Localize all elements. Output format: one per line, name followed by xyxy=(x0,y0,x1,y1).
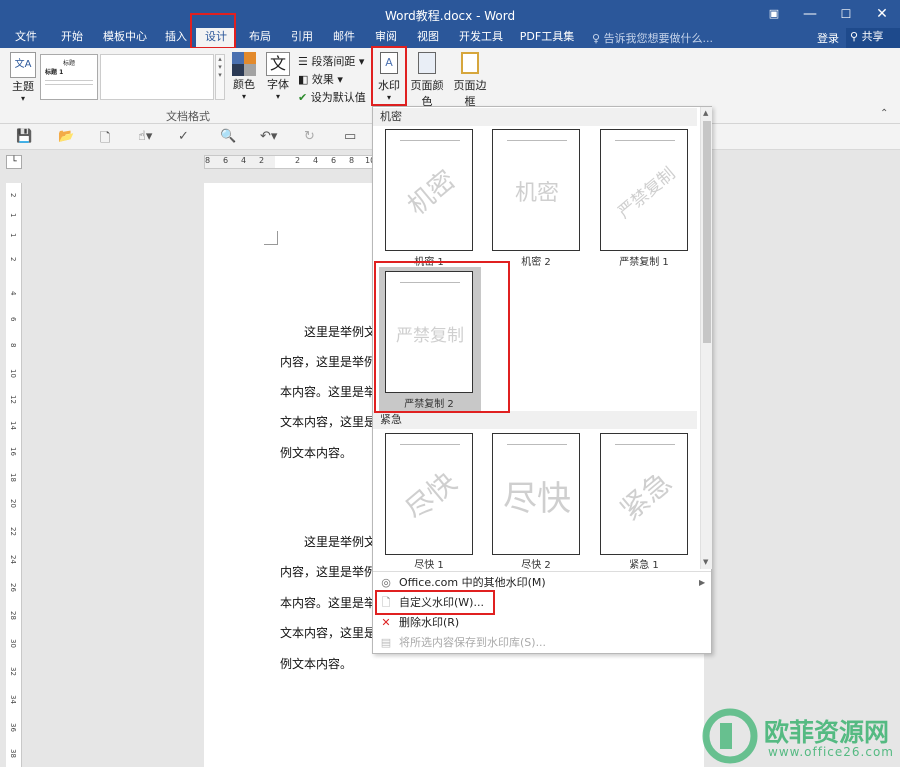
new-document-icon[interactable]: 🗋 xyxy=(100,129,110,151)
effects-button[interactable]: ◧ 效果 ▾ xyxy=(298,71,343,87)
style-gallery xyxy=(100,54,214,100)
group-doc-format: 文档格式 xyxy=(166,110,210,123)
brand-logo-icon xyxy=(702,708,758,764)
collapse-ribbon-icon[interactable]: ⌃ xyxy=(880,108,888,119)
brand-name: 欧菲资源网 xyxy=(764,718,890,747)
highlight-watermark-button xyxy=(371,46,407,106)
checkmark-icon: ✔ xyxy=(298,91,311,104)
section-header-urgent: 紧急 xyxy=(373,411,697,429)
fonts-button[interactable]: 文 字体 ▾ xyxy=(263,52,293,101)
color-palette-icon xyxy=(232,52,256,76)
tab-file[interactable]: 文件 xyxy=(8,28,44,48)
minimize-icon[interactable]: — xyxy=(792,0,828,28)
theme-icon: 文A xyxy=(10,52,36,78)
highlight-no-copy-2 xyxy=(374,261,510,413)
paragraph-spacing-button[interactable]: ☰ 段落间距 ▾ xyxy=(298,53,364,69)
tab-home[interactable]: 开始 xyxy=(54,28,90,48)
paragraph-line: 本内容。这里是举 xyxy=(280,385,377,399)
chevron-down-icon: ▾ xyxy=(275,92,280,101)
tab-view[interactable]: 视图 xyxy=(410,28,446,48)
highlight-design-tab xyxy=(190,13,236,49)
spelling-icon[interactable]: ✓ xyxy=(178,129,189,144)
maximize-icon[interactable]: ☐ xyxy=(828,0,864,28)
highlight-custom-watermark xyxy=(375,590,495,615)
office-icon: ◎ xyxy=(381,576,391,589)
save-icon[interactable]: 💾 xyxy=(16,129,32,144)
tab-mailings[interactable]: 邮件 xyxy=(326,28,362,48)
colors-button[interactable]: 颜色 ▾ xyxy=(230,52,258,101)
paragraph-line: 文本内容，这里是 xyxy=(280,415,377,429)
watermark-thumb-confidential-2[interactable]: 机密 xyxy=(492,129,580,251)
site-logo: 欧菲资源网 www.office26.com xyxy=(700,705,900,767)
menu-save-to-gallery: ▤ 将所选内容保存到水印库(S)... xyxy=(380,636,547,649)
font-icon: 文 xyxy=(266,52,290,76)
open-folder-icon[interactable]: 📂 xyxy=(58,129,74,144)
redo-icon[interactable]: ↻ xyxy=(304,129,315,144)
paragraph-line: 例文本内容。 xyxy=(280,657,353,671)
tab-template-center[interactable]: 模板中心 xyxy=(98,28,152,48)
scroll-down-icon[interactable]: ▼ xyxy=(703,558,708,566)
ribbon-tabs: 文件 开始 模板中心 插入 设计 布局 引用 邮件 审阅 视图 开发工具 PDF… xyxy=(0,28,900,48)
margin-corner-mark xyxy=(264,231,278,245)
screen-icon[interactable]: ▭ xyxy=(344,129,356,144)
touch-mode-icon[interactable]: ☝▾ xyxy=(138,129,152,144)
paragraph-line: 这里是举例文 xyxy=(304,325,377,339)
page-border-icon xyxy=(461,52,479,74)
section-header-confidential: 机密 xyxy=(373,108,697,126)
undo-icon[interactable]: ↶▾ xyxy=(260,129,277,144)
title-bar: Word教程.docx - Word ▣ — ☐ ✕ xyxy=(0,0,900,28)
brand-url: www.office26.com xyxy=(768,745,894,759)
paragraph-spacing-icon: ☰ xyxy=(298,55,312,68)
share-button[interactable]: ⚲ 共享 xyxy=(846,28,900,48)
person-icon: ⚲ xyxy=(850,30,862,43)
menu-remove-watermark[interactable]: ✕ 删除水印(R) xyxy=(373,613,711,633)
style-set-thumbnail[interactable]: 标题 标题 1 xyxy=(40,54,98,100)
print-preview-icon[interactable]: 🔍 xyxy=(220,129,236,144)
watermark-thumb-urgent-1[interactable]: 紧急 xyxy=(600,433,688,555)
watermark-thumb-asap-1[interactable]: 尽快 xyxy=(385,433,473,555)
chevron-down-icon: ▾ xyxy=(241,92,246,101)
gallery-scroll[interactable]: ▴ ▾ ▾ xyxy=(215,54,225,100)
tab-pdf-tools[interactable]: PDF工具集 xyxy=(516,28,578,48)
login-link[interactable]: 登录 xyxy=(817,30,839,46)
theme-button[interactable]: 文A 主题 ▾ xyxy=(8,52,38,103)
ribbon-display-icon[interactable]: ▣ xyxy=(756,0,792,28)
paragraph-line: 内容，这里是举例 xyxy=(280,565,377,579)
watermark-thumb-no-copy-1[interactable]: 严禁复制 xyxy=(600,129,688,251)
tab-developer[interactable]: 开发工具 xyxy=(454,28,508,48)
vertical-ruler[interactable]: 2 1 1 2 4 6 8 10 12 14 16 18 20 22 24 26… xyxy=(6,183,22,767)
lightbulb-icon: ♀ xyxy=(592,32,604,45)
effects-icon: ◧ xyxy=(298,73,312,86)
paragraph-line: 这里是举例文 xyxy=(304,535,377,549)
close-icon[interactable]: ✕ xyxy=(864,0,900,28)
tab-stop-selector[interactable]: └ xyxy=(6,155,22,169)
scrollbar-thumb[interactable] xyxy=(703,121,711,343)
tab-review[interactable]: 审阅 xyxy=(368,28,404,48)
tab-references[interactable]: 引用 xyxy=(284,28,320,48)
paragraph-line: 本内容。这里是举 xyxy=(280,596,377,610)
scroll-up-icon[interactable]: ▲ xyxy=(703,109,708,117)
page-borders-button[interactable]: 页面边框 xyxy=(450,52,490,109)
paragraph-line: 例文本内容。 xyxy=(280,446,353,460)
watermark-thumb-asap-2[interactable]: 尽快 xyxy=(492,433,580,555)
gallery-scrollbar[interactable]: ▲ ▼ xyxy=(700,107,712,569)
tab-layout[interactable]: 布局 xyxy=(242,28,278,48)
paragraph-line: 内容，这里是举例 xyxy=(280,355,377,369)
tab-insert[interactable]: 插入 xyxy=(158,28,194,48)
chevron-down-icon: ▾ xyxy=(20,94,25,103)
save-icon: ▤ xyxy=(380,636,392,649)
page-color-icon xyxy=(418,52,436,74)
paragraph-line: 文本内容，这里是 xyxy=(280,626,377,640)
watermark-thumb-confidential-1[interactable]: 机密 xyxy=(385,129,473,251)
delete-icon: ✕ xyxy=(381,616,391,629)
chevron-right-icon: ▶ xyxy=(699,578,706,587)
set-default-button[interactable]: ✔ 设为默认值 xyxy=(298,89,366,105)
tell-me-search[interactable]: ♀ 告诉我您想要做什么... xyxy=(592,30,713,46)
